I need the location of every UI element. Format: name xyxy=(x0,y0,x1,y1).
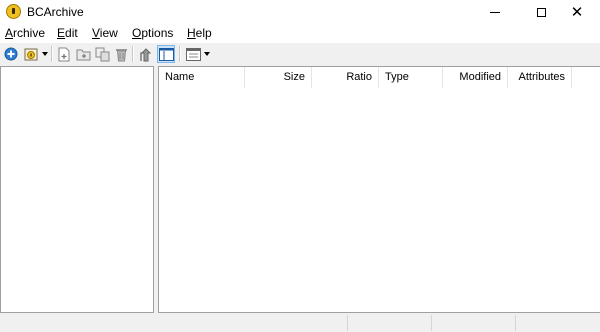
menu-archive[interactable]: Archive xyxy=(5,26,45,40)
menu-help-mnemonic: H xyxy=(187,26,196,40)
view-mode-button[interactable] xyxy=(184,45,202,63)
open-dropdown-icon xyxy=(42,52,48,56)
folder-pane-toggle-button[interactable] xyxy=(157,45,175,63)
add-files-button[interactable] xyxy=(55,45,73,63)
menu-edit[interactable]: Edit xyxy=(57,26,78,40)
column-header-attributes[interactable]: Attributes xyxy=(508,67,572,88)
view-mode-dropdown-button[interactable] xyxy=(203,45,211,63)
status-pane xyxy=(431,315,515,331)
column-header-name[interactable]: Name xyxy=(159,67,245,88)
status-pane xyxy=(515,315,600,331)
file-list-pane[interactable]: Name Size Ratio Type Modified Attributes xyxy=(158,66,600,313)
status-pane xyxy=(347,315,431,331)
open-dropdown-button[interactable] xyxy=(41,45,49,63)
view-mode-dropdown-icon xyxy=(204,52,210,56)
title-bar: BCArchive ✕ xyxy=(0,0,600,24)
menu-options-mnemonic: O xyxy=(132,26,142,40)
extract-button[interactable] xyxy=(93,45,111,63)
add-folder-icon xyxy=(76,49,90,61)
add-folder-button[interactable] xyxy=(74,45,92,63)
menu-help-label: elp xyxy=(195,26,212,40)
menu-help[interactable]: Help xyxy=(187,26,212,40)
menu-options[interactable]: Options xyxy=(132,26,173,40)
folder-tree-pane[interactable] xyxy=(0,66,154,313)
menu-edit-label: dit xyxy=(65,26,78,40)
delete-button[interactable] xyxy=(112,45,130,63)
maximize-icon xyxy=(536,7,546,17)
up-folder-button[interactable] xyxy=(137,45,155,63)
delete-icon xyxy=(115,48,127,61)
bcarchive-app-icon[interactable] xyxy=(6,4,21,19)
column-header-size[interactable]: Size xyxy=(245,67,312,88)
open-archive-icon xyxy=(24,48,38,61)
minimize-button[interactable] xyxy=(472,0,518,24)
close-button[interactable]: ✕ xyxy=(554,0,600,24)
toolbar xyxy=(0,43,600,65)
menu-options-label: ptions xyxy=(141,26,174,40)
view-mode-icon xyxy=(185,47,201,61)
toolbar-separator xyxy=(51,46,53,62)
menu-bar: Archive Edit View Options Help xyxy=(0,24,600,43)
toolbar-separator xyxy=(132,46,134,62)
column-header-modified[interactable]: Modified xyxy=(443,67,508,88)
up-folder-icon xyxy=(139,47,151,61)
window-title: BCArchive xyxy=(27,5,84,19)
column-header-type[interactable]: Type xyxy=(379,67,443,88)
menu-archive-label: rchive xyxy=(13,26,46,40)
menu-view-mnemonic: V xyxy=(92,26,100,40)
new-archive-button[interactable] xyxy=(2,45,20,63)
status-bar xyxy=(0,313,600,332)
menu-view[interactable]: View xyxy=(92,26,118,40)
menu-archive-mnemonic: A xyxy=(5,26,14,40)
folder-pane-toggle-icon xyxy=(158,47,174,61)
menu-edit-mnemonic: E xyxy=(57,26,66,40)
toolbar-separator xyxy=(179,46,181,62)
minimize-icon xyxy=(490,11,500,13)
open-archive-button[interactable] xyxy=(22,45,40,63)
extract-icon xyxy=(95,47,109,61)
add-files-icon xyxy=(58,47,70,61)
menu-view-label: iew xyxy=(99,26,118,40)
new-archive-icon xyxy=(4,47,18,61)
close-icon: ✕ xyxy=(570,3,584,21)
column-header-ratio[interactable]: Ratio xyxy=(312,67,379,88)
